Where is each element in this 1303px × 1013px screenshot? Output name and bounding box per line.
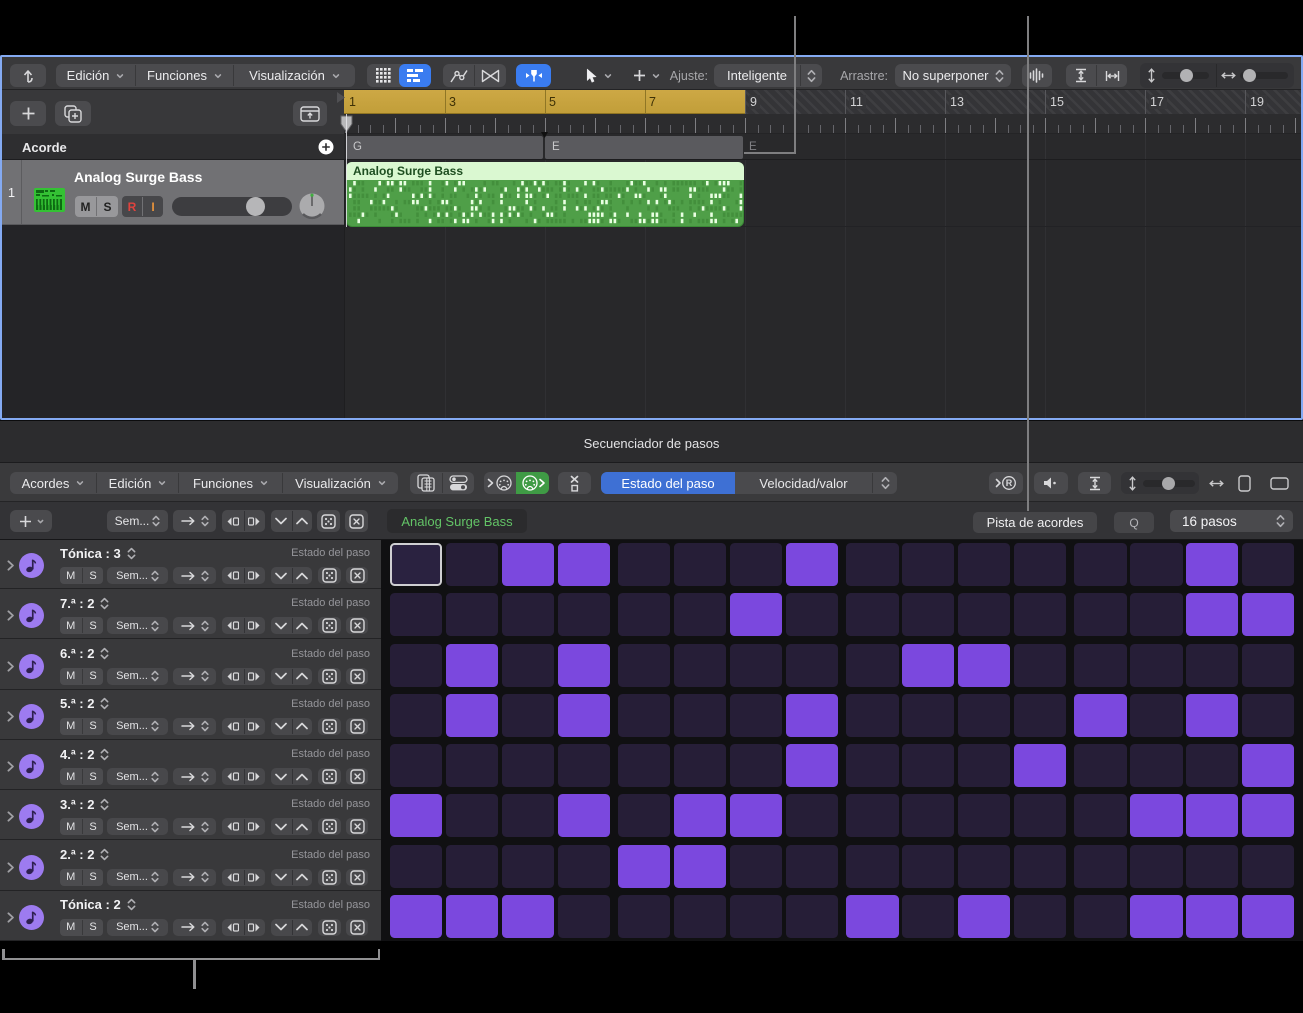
svg-text:R: R: [1006, 478, 1013, 488]
